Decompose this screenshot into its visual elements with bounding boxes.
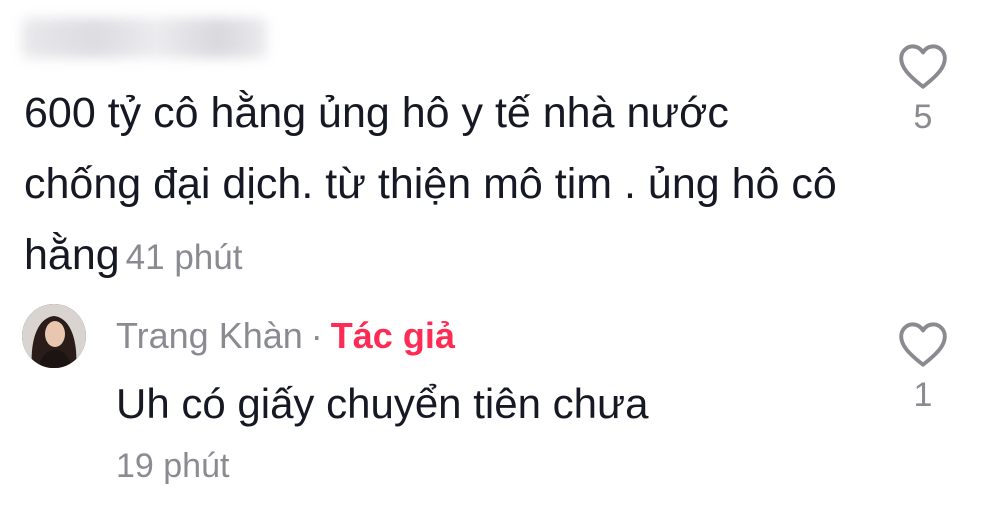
separator-dot: · [310, 315, 323, 356]
comment-like-button[interactable]: 5 [893, 42, 953, 137]
author-badge: Tác giả [330, 315, 455, 356]
blurred-username [22, 18, 267, 58]
reply-username[interactable]: Trang Khàn [116, 315, 303, 356]
comment-like-count: 5 [913, 98, 933, 136]
reply-like-button[interactable]: 1 [893, 320, 953, 415]
reply-text: Uh có giấy chuyển tiên chưa [116, 380, 649, 427]
reply-like-count: 1 [913, 376, 933, 414]
comment-time: 41 phút [125, 238, 243, 277]
comment-body: 600 tỷ cô hằng ủng hô y tế nhà nước chốn… [24, 78, 854, 293]
reply-header: Trang Khàn · Tác giả [116, 315, 455, 357]
heart-outline-icon [893, 42, 953, 90]
heart-outline-icon [893, 320, 953, 368]
reply-time: 19 phút [116, 447, 230, 485]
avatar[interactable] [22, 304, 86, 368]
